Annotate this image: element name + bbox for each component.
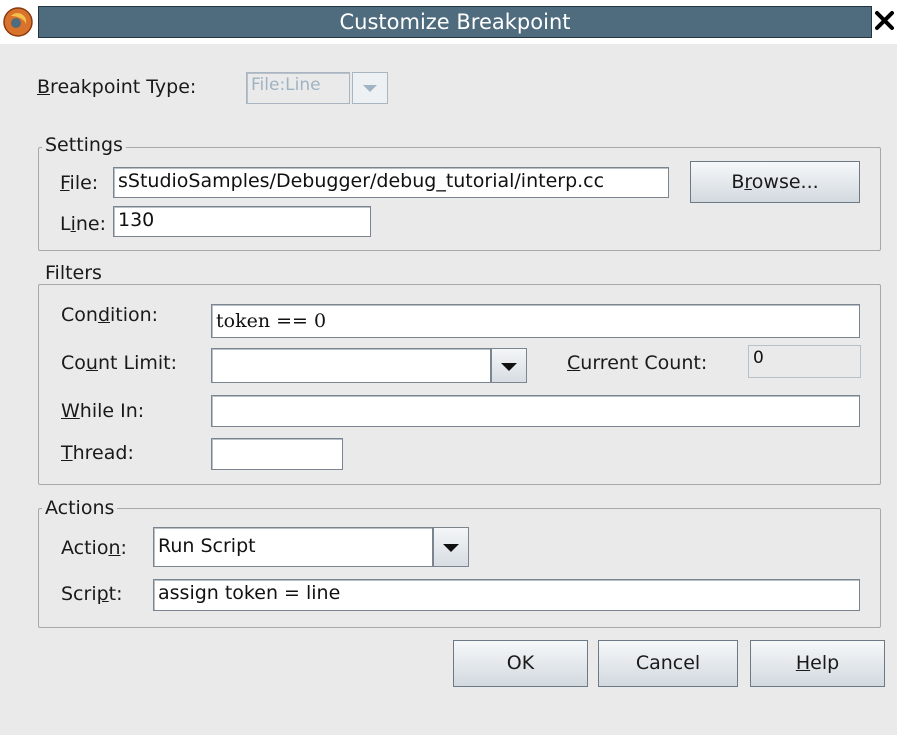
action-post: : [120,537,127,559]
count-limit-post: nt Limit: [97,352,177,374]
line-post: ne: [75,213,107,235]
chevron-down-icon [363,85,377,92]
count-limit-combobox[interactable] [211,348,491,383]
condition-input[interactable]: token == 0 [211,304,860,338]
script-post: t: [108,583,123,605]
script-accel: p [96,583,109,605]
thread-input[interactable] [211,438,343,470]
current-count-value: 0 [748,345,861,378]
action-pre: Actio [61,537,109,559]
count-limit-accel: u [85,352,98,374]
condition-label: Condition: [61,304,158,326]
condition-post: ition: [110,304,159,326]
breakpoint-type-select[interactable]: File:Line [246,72,350,104]
chevron-down-icon [501,363,517,371]
line-label: Line: [60,213,106,235]
action-label: Action: [61,537,127,559]
script-input[interactable]: assign token = line [153,579,860,611]
title-bar: Customize Breakpoint [0,0,897,44]
chevron-down-icon [443,544,459,552]
line-pre: L [60,213,71,235]
window-title: Customize Breakpoint [339,10,571,34]
file-input[interactable]: sStudioSamples/Debugger/debug_tutorial/i… [113,167,669,198]
count-limit-dropdown-button[interactable] [491,348,527,383]
close-icon[interactable] [872,2,897,40]
cancel-button[interactable]: Cancel [598,640,738,687]
file-accel: F [60,172,70,194]
browse-accel: r [744,171,752,193]
thread-label-rest: hread: [72,442,134,464]
browse-post: owse... [751,171,819,193]
action-dropdown-button[interactable] [433,527,469,567]
current-count-label: Current Count: [567,352,707,374]
help-button[interactable]: Help [750,640,885,687]
condition-pre: Con [61,304,98,326]
browse-button[interactable]: Browse... [690,161,860,203]
condition-accel: d [97,304,110,326]
breakpoint-type-label: Breakpoint Type: [37,76,196,98]
app-icon [3,7,33,37]
breakpoint-type-dropdown-button[interactable] [352,72,388,104]
script-pre: Scri [61,583,97,605]
script-label: Script: [61,583,123,605]
while-in-accel: W [61,400,80,422]
while-in-label: While In: [61,400,144,422]
help-accel: H [795,652,811,674]
while-in-label-rest: hile In: [79,400,145,422]
browse-pre: B [731,171,745,193]
breakpoint-type-label-rest: reakpoint Type: [50,76,197,98]
count-limit-label: Count Limit: [61,352,177,374]
line-input[interactable]: 130 [113,206,371,237]
current-count-label-rest: urrent Count: [580,352,708,374]
ok-button[interactable]: OK [453,640,588,687]
help-rest: elp [810,652,840,674]
action-select[interactable]: Run Script [153,527,433,567]
action-accel: n [108,537,121,559]
file-label-rest: ile: [69,172,99,194]
actions-title: Actions [42,497,118,519]
breakpoint-type-accel: B [37,76,51,98]
settings-title: Settings [42,134,126,156]
file-label: File: [60,172,98,194]
count-limit-pre: Co [61,352,86,374]
while-in-input[interactable] [211,395,860,427]
thread-label: Thread: [61,442,134,464]
current-count-accel: C [567,352,581,374]
thread-accel: T [61,442,73,464]
filters-title: Filters [42,262,105,284]
